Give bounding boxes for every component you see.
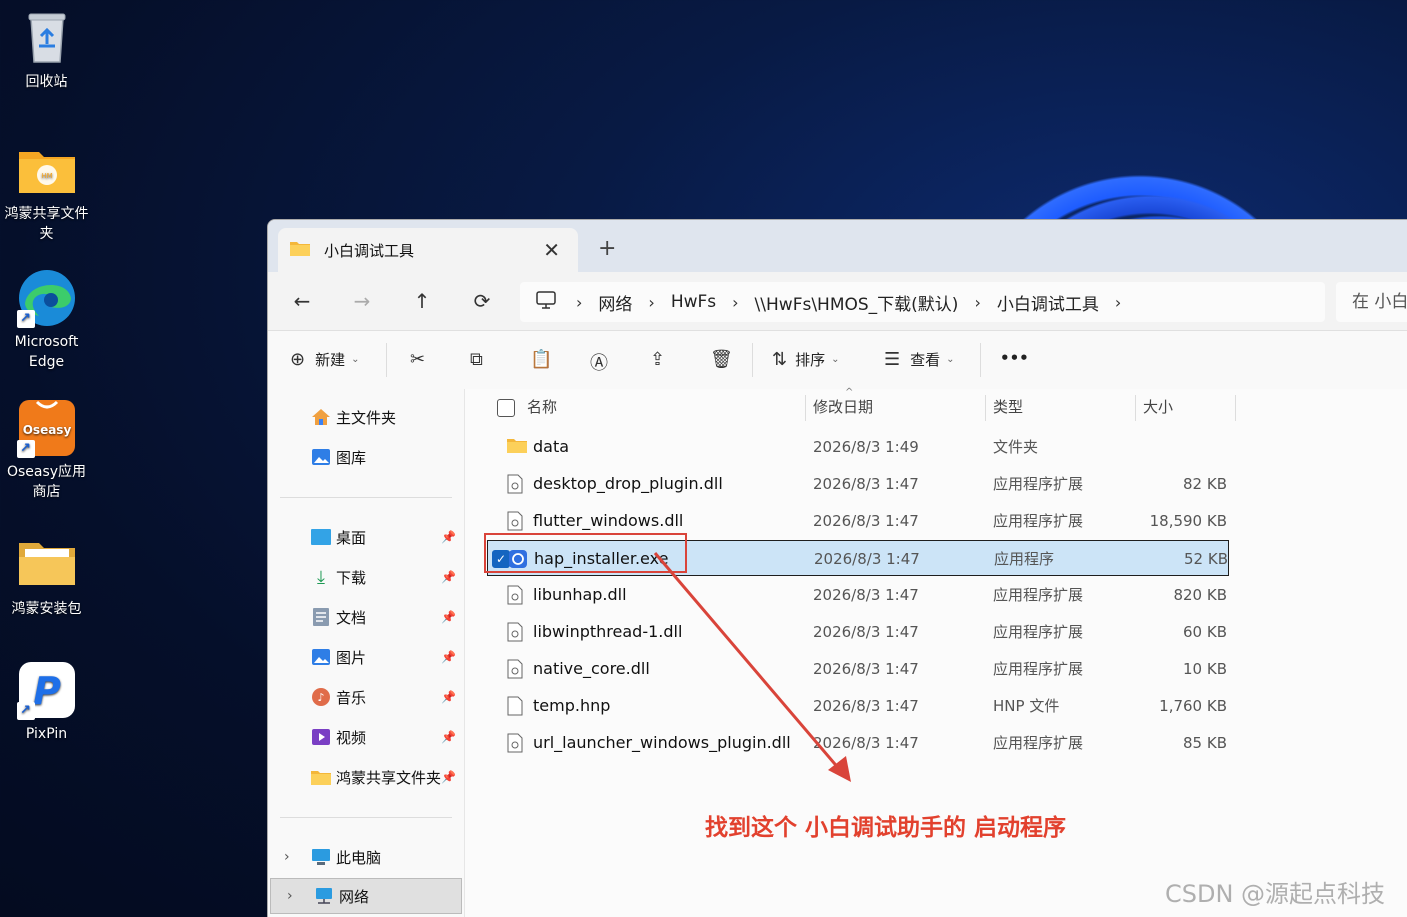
watermark: CSDN @源起点科技 — [1165, 880, 1386, 908]
annotation-arrow — [653, 552, 851, 782]
annotation-text: 找到这个 小白调试助手的 启动程序 — [705, 815, 1067, 841]
